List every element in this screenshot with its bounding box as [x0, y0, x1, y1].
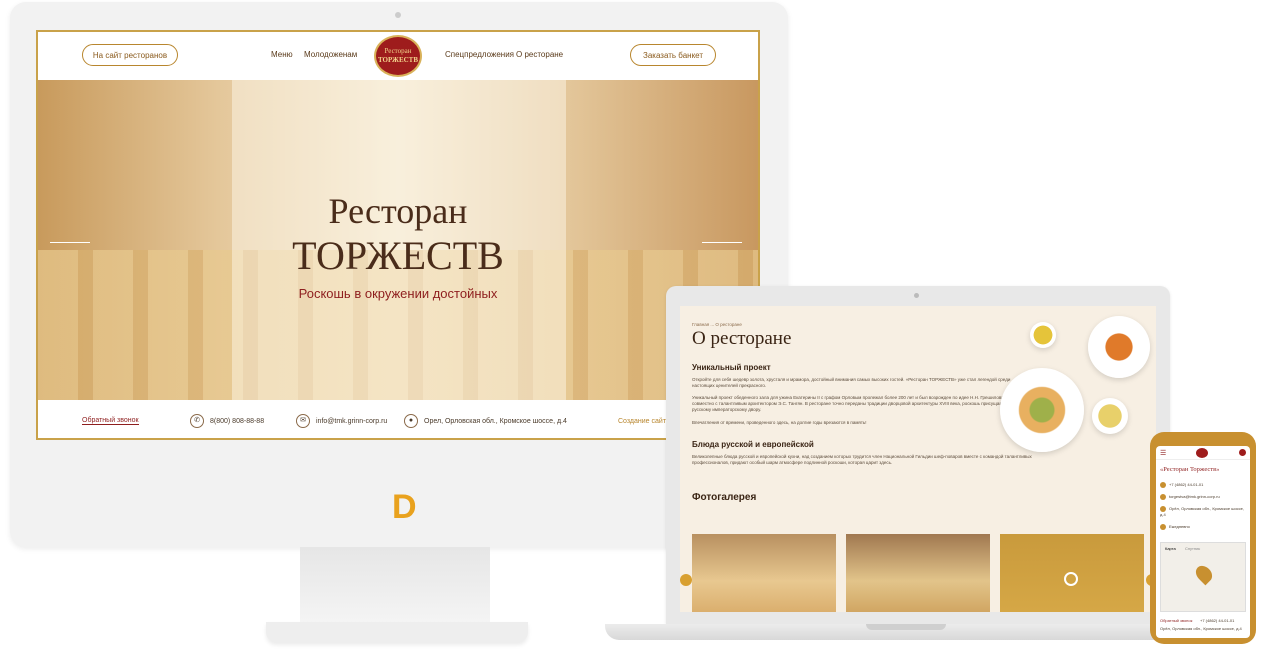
footer-address: Орел, Орловская обл., Кромское шоссе, д.…	[424, 417, 567, 425]
logo-line2: ТОРЖЕСТВ	[377, 56, 419, 64]
phone-address: Орёл, Орловская обл., Кромское шоссе, д.…	[1160, 506, 1244, 517]
hero-title-line2: ТОРЖЕСТВ	[292, 233, 504, 278]
map-pin-icon[interactable]	[1192, 562, 1216, 586]
gallery-photo-2[interactable]	[846, 534, 990, 612]
hero-subtitle: Роскошь в окружении достойных	[298, 286, 498, 301]
gallery-photo-1[interactable]	[692, 534, 836, 612]
dish-plate-1	[1088, 316, 1150, 378]
nav-about[interactable]: О ресторане	[516, 50, 563, 59]
desktop-screen: На сайт ресторанов Меню Молодоженам Рест…	[36, 30, 760, 440]
section-cuisine-title: Блюда русской и европейской	[692, 440, 814, 449]
map-tab-map[interactable]: Карта	[1165, 546, 1176, 551]
nav-menu[interactable]: Меню	[271, 50, 293, 59]
map-tab-satellite[interactable]: Спутник	[1185, 546, 1200, 551]
page-title: О ресторане	[692, 328, 792, 349]
location-icon: ●	[404, 414, 418, 428]
map[interactable]: Карта Спутник	[1160, 542, 1246, 612]
phone-hours: Ежедневно	[1169, 524, 1190, 530]
monitor-base	[266, 622, 528, 642]
phone-title: «Ресторан Торжеств»	[1160, 466, 1220, 473]
phone-header: ☰	[1156, 446, 1250, 460]
mobile-phone: ☰ «Ресторан Торжеств» +7 (4862) 44-01-01…	[1150, 432, 1256, 644]
gallery-title: Фотогалерея	[692, 492, 757, 503]
laptop-screen: Главная ... О ресторане О ресторане Уник…	[680, 306, 1156, 612]
order-banquet-button[interactable]: Заказать банкет	[630, 44, 716, 66]
brand-d-logo: D	[392, 488, 417, 526]
nav-special-offers[interactable]: Спецпредложения	[445, 50, 514, 59]
section-unique-text: Откройте для себя шедевр золота, хрустал…	[692, 377, 1011, 388]
phone-number[interactable]: +7 (4862) 44-01-01	[1169, 482, 1203, 487]
oil-bowl	[1092, 398, 1128, 434]
section-cuisine-text: Великолепные блюда русской и европейской…	[692, 454, 1032, 465]
laptop-notch	[866, 624, 946, 630]
site-footer: Обратный звонок ✆ 8(800) 808-88-88 ✉ info@…	[38, 400, 758, 438]
sauce-bowl	[1030, 322, 1056, 348]
phone-email[interactable]: torgestva@tmk.grinn-corp.ru	[1169, 494, 1220, 499]
phone-callback[interactable]: Обратный звонок	[1160, 618, 1192, 623]
clock-icon	[1160, 524, 1166, 530]
phone-logo[interactable]	[1196, 448, 1208, 458]
laptop: Главная ... О ресторане О ресторане Уник…	[666, 286, 1170, 624]
phone-screen: ☰ «Ресторан Торжеств» +7 (4862) 44-01-01…	[1156, 446, 1250, 638]
logo-line1: Ресторан	[384, 47, 412, 55]
dish-plate-salad	[1000, 368, 1084, 452]
camera-dot	[395, 12, 401, 18]
section-unique-text3: Впечатления от времени, проведенного зде…	[692, 420, 867, 425]
footer-email[interactable]: info@tmk.grinn-corp.ru	[316, 418, 387, 425]
monitor-stand	[300, 547, 490, 627]
phone-call-icon[interactable]	[1239, 449, 1246, 456]
section-unique-text2: Уникальный проект обеденного зала для уж…	[692, 395, 1004, 412]
laptop-camera	[914, 293, 919, 298]
mail-icon	[1160, 494, 1166, 500]
mail-icon: ✉	[296, 414, 310, 428]
footer-phone[interactable]: 8(800) 808-88-88	[210, 418, 264, 425]
nav-newlyweds[interactable]: Молодоженам	[304, 50, 357, 59]
section-unique-title: Уникальный проект	[692, 363, 771, 372]
site-credit[interactable]: Создание сайта	[618, 418, 670, 425]
restaurants-site-button[interactable]: На сайт ресторанов	[82, 44, 178, 66]
phone-footer-phone[interactable]: +7 (4862) 44-01-01	[1200, 618, 1234, 623]
phone-icon: ✆	[190, 414, 204, 428]
callback-link[interactable]: Обратный звонок	[82, 417, 139, 425]
hero-title-line1: Ресторан	[328, 191, 468, 231]
gallery-photo-3[interactable]	[1000, 534, 1144, 612]
hamburger-icon[interactable]: ☰	[1160, 449, 1166, 457]
restaurant-logo[interactable]: Ресторан ТОРЖЕСТВ	[374, 35, 422, 77]
zoom-icon[interactable]	[1064, 572, 1078, 586]
phone-icon	[1160, 482, 1166, 488]
site-header: На сайт ресторанов Меню Молодоженам Рест…	[38, 32, 758, 80]
hero-banner: Ресторан ТОРЖЕСТВ Роскошь в окружении до…	[38, 80, 758, 400]
phone-footer-address: Орёл, Орловская обл., Кромское шоссе, д.…	[1160, 626, 1242, 631]
gallery-prev-icon[interactable]	[680, 574, 692, 586]
